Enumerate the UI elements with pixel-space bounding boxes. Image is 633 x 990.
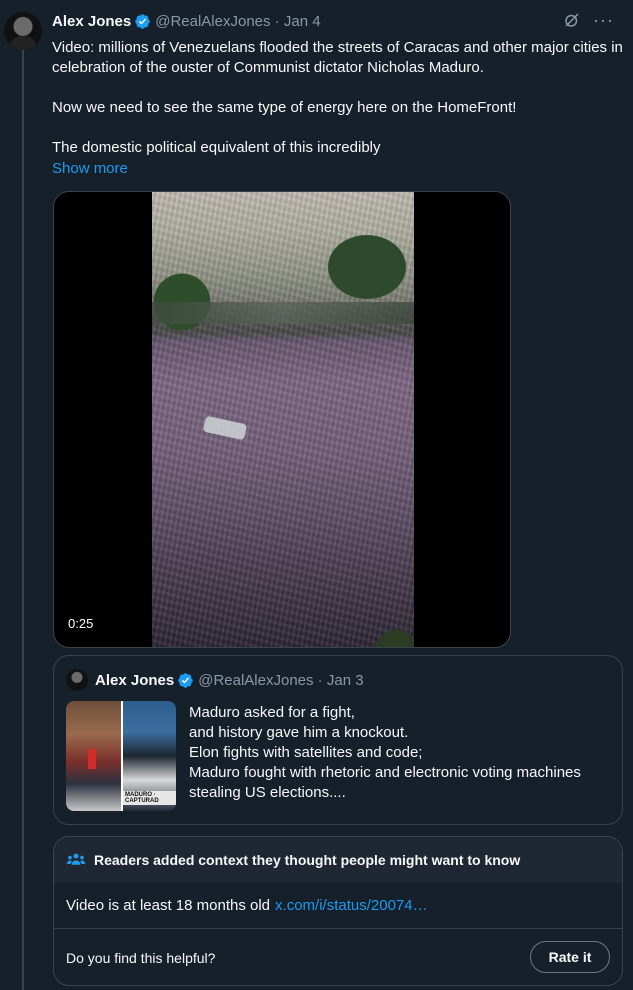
tweet: Alex Jones @RealAlexJones · Jan 4 ··· Vi… (52, 0, 624, 986)
header-actions: ··· (563, 11, 614, 29)
community-note: Readers added context they thought peopl… (53, 836, 623, 986)
thumbnail-caption: MADURO · CAPTURAD (123, 791, 176, 805)
quote-line: stealing US elections.... (189, 784, 346, 801)
community-note-link[interactable]: x.com/i/status/20074… (275, 897, 428, 914)
video-frame-crowd (152, 192, 414, 647)
tweet-paragraph: The domestic political equivalent of thi… (52, 139, 381, 156)
helpful-question: Do you find this helpful? (66, 950, 216, 966)
rate-it-button[interactable]: Rate it (530, 941, 610, 973)
people-icon (66, 853, 86, 865)
thumbnail-left-panel (66, 701, 121, 811)
video-player[interactable]: 0:25 (53, 191, 511, 648)
quote-header: Alex Jones @RealAlexJones · Jan 3 (66, 669, 364, 691)
show-more-link[interactable]: Show more (52, 159, 128, 179)
thread-connector-line (22, 50, 24, 990)
quote-text: Maduro asked for a fight, and history ga… (189, 703, 619, 803)
separator-dot: · (313, 671, 327, 689)
author-handle[interactable]: @RealAlexJones (155, 13, 270, 30)
quote-line: Maduro asked for a fight, (189, 704, 355, 721)
quote-thumbnail[interactable]: MADURO · CAPTURAD (66, 701, 176, 811)
quote-author-name: Alex Jones (95, 671, 175, 689)
tweet-text: Video: millions of Venezuelans flooded t… (52, 38, 624, 158)
grok-icon[interactable] (563, 11, 581, 29)
video-duration: 0:25 (68, 616, 94, 631)
quote-line: Elon fights with satellites and code; (189, 744, 423, 761)
verified-badge-icon (178, 672, 193, 688)
community-note-text: Video is at least 18 months old (66, 897, 271, 914)
community-note-heading: Readers added context they thought peopl… (94, 852, 521, 868)
tweet-header: Alex Jones @RealAlexJones · Jan 4 ··· (52, 0, 624, 42)
more-icon[interactable]: ··· (593, 11, 614, 29)
quote-handle: @RealAlexJones (198, 671, 314, 689)
verified-badge-icon (135, 13, 150, 29)
quoted-tweet[interactable]: Alex Jones @RealAlexJones · Jan 3 MADURO… (53, 655, 623, 825)
separator-dot: · (270, 12, 284, 30)
community-note-header: Readers added context they thought peopl… (54, 837, 622, 883)
quote-avatar (66, 669, 88, 691)
quote-date: Jan 3 (326, 671, 364, 689)
tweet-paragraph: Video: millions of Venezuelans flooded t… (52, 39, 623, 76)
tweet-date[interactable]: Jan 4 (284, 13, 321, 30)
community-note-footer: Do you find this helpful? Rate it (54, 928, 622, 985)
quote-line: and history gave him a knockout. (189, 724, 409, 741)
author-name[interactable]: Alex Jones (52, 13, 131, 30)
avatar[interactable] (4, 12, 42, 50)
community-note-body: Video is at least 18 months old x.com/i/… (54, 883, 622, 928)
quote-line: Maduro fought with rhetoric and electron… (189, 764, 581, 781)
tweet-paragraph: Now we need to see the same type of ener… (52, 99, 517, 116)
